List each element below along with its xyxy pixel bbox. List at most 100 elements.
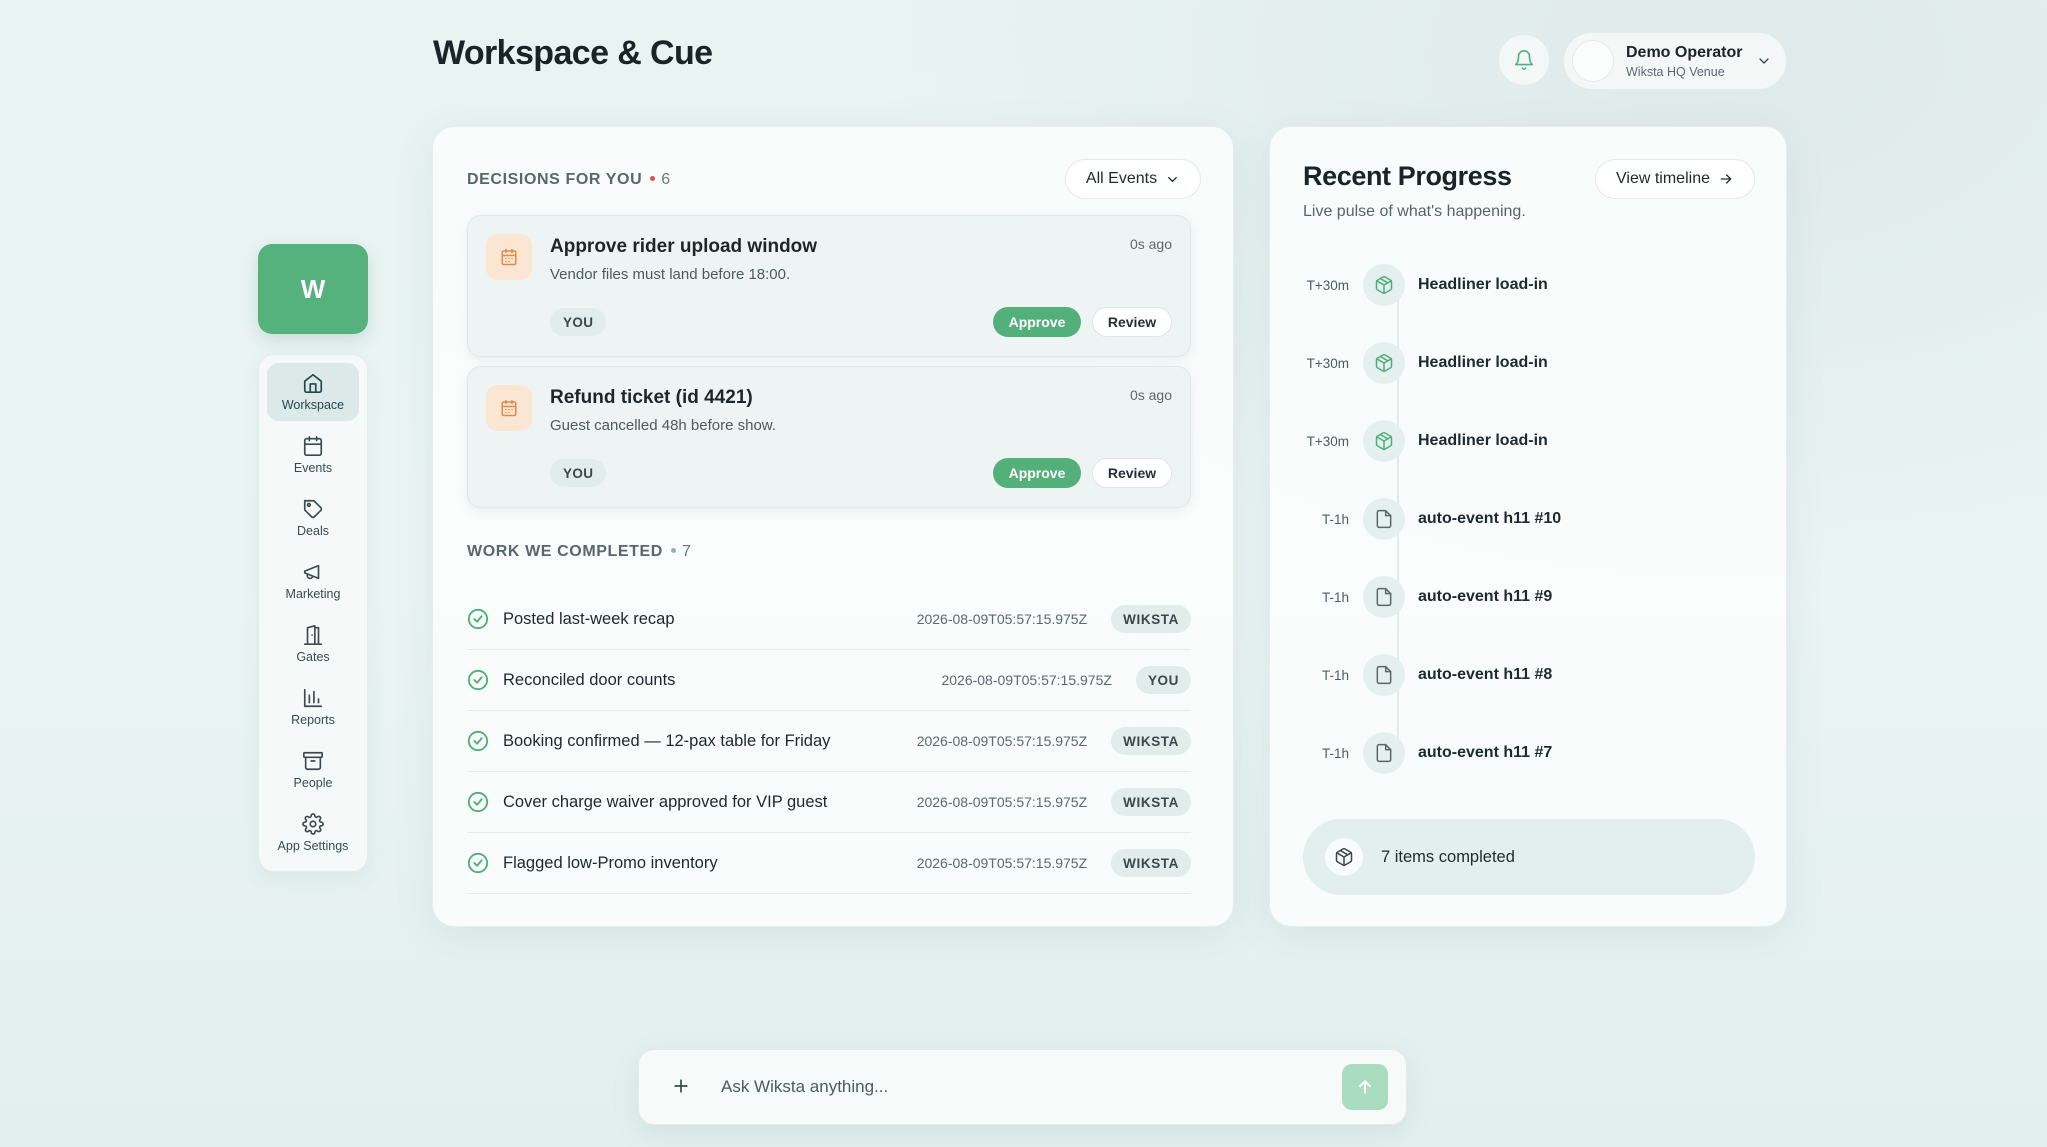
view-timeline-label: View timeline	[1616, 170, 1710, 187]
check-circle-icon	[467, 730, 489, 752]
sidebar-item-marketing[interactable]: Marketing	[267, 552, 359, 610]
actor-badge: WIKSTA	[1111, 727, 1191, 755]
event-filter-value: All Events	[1085, 170, 1158, 187]
decisions-label: DECISIONS FOR YOU	[467, 171, 643, 188]
brand-logo[interactable]: W	[258, 244, 368, 334]
approve-button[interactable]: Approve	[993, 307, 1081, 337]
actor-badge: YOU	[1135, 666, 1191, 694]
decisions-section-header: DECISIONS FOR YOU 6	[467, 171, 670, 189]
completed-list: Posted last-week recap 2026-08-09T05:57:…	[467, 589, 1191, 894]
sidebar-item-people[interactable]: People	[267, 741, 359, 799]
plus-icon	[674, 1078, 688, 1093]
actor-badge: WIKSTA	[1111, 605, 1191, 633]
decision-type-icon	[486, 385, 532, 431]
work-title: Posted last-week recap	[503, 609, 675, 628]
notifications-button[interactable]	[1498, 34, 1550, 86]
add-attachment-button[interactable]	[671, 1072, 699, 1103]
decisions-count: 6	[661, 171, 671, 188]
gate-icon	[303, 625, 323, 645]
file-icon	[1376, 743, 1392, 763]
calendar-icon	[501, 248, 517, 266]
list-item[interactable]: Cover charge waiver approved for VIP gue…	[467, 772, 1191, 833]
decision-card: Approve rider upload window Vendor files…	[467, 215, 1191, 357]
package-icon	[1335, 847, 1353, 867]
timeline-item[interactable]: T+30m Headliner load-in	[1270, 419, 1788, 463]
timeline-label: Headliner load-in	[1418, 276, 1548, 293]
timeline-icon	[1363, 576, 1405, 618]
completed-count: 7	[681, 543, 691, 560]
sidebar-item-label: Marketing	[285, 587, 341, 601]
review-button[interactable]: Review	[1092, 307, 1172, 337]
sidebar-item-label: Reports	[291, 713, 335, 727]
view-timeline-button[interactable]: View timeline	[1595, 159, 1755, 199]
timeline-offset: T-1h	[1321, 589, 1349, 605]
list-item[interactable]: Posted last-week recap 2026-08-09T05:57:…	[467, 589, 1191, 650]
sidebar-item-reports[interactable]: Reports	[267, 678, 359, 736]
alert-dot	[650, 176, 656, 181]
megaphone-icon	[303, 564, 320, 580]
timeline-icon	[1363, 264, 1405, 306]
timeline-icon	[1363, 420, 1405, 462]
bell-icon	[1514, 50, 1534, 70]
chevron-down-icon	[1168, 176, 1177, 182]
work-title: Reconciled door counts	[503, 670, 676, 689]
timeline-item[interactable]: T-1h auto-event h11 #9	[1270, 575, 1788, 619]
work-timestamp: 2026-08-09T05:57:15.975Z	[916, 794, 1088, 810]
completed-label: WORK WE COMPLETED	[467, 543, 663, 560]
sidebar-item-workspace[interactable]: Workspace	[267, 363, 359, 421]
file-icon	[1376, 665, 1392, 685]
sidebar-item-app-settings[interactable]: App Settings	[267, 804, 359, 862]
timeline-label: Headliner load-in	[1418, 432, 1548, 449]
owner-badge: YOU	[550, 308, 607, 336]
actor-badge: WIKSTA	[1111, 788, 1191, 816]
timeline-offset: T+30m	[1306, 355, 1349, 371]
sidebar-item-label: Gates	[296, 650, 330, 664]
work-timestamp: 2026-08-09T05:57:15.975Z	[916, 855, 1088, 871]
list-item[interactable]: Booking confirmed — 12-pax table for Fri…	[467, 711, 1191, 772]
decision-title: Refund ticket (id 4421)	[550, 387, 753, 408]
arrow-right-icon	[1720, 174, 1732, 184]
decisions-card: DECISIONS FOR YOU 6 All Events Approve ri…	[432, 126, 1234, 927]
sidebar-item-label: App Settings	[277, 839, 349, 853]
ask-input[interactable]	[721, 1077, 1342, 1097]
user-name: Demo Operator	[1626, 43, 1743, 61]
list-item[interactable]: Flagged low-Promo inventory 2026-08-09T0…	[467, 833, 1191, 894]
list-item[interactable]: Reconciled door counts 2026-08-09T05:57:…	[467, 650, 1191, 711]
review-button[interactable]: Review	[1092, 458, 1172, 488]
send-button[interactable]	[1342, 1064, 1388, 1110]
summary-icon	[1325, 838, 1363, 876]
work-title: Booking confirmed — 12-pax table for Fri…	[503, 731, 831, 750]
sidebar-item-label: Workspace	[281, 398, 345, 412]
timeline-item[interactable]: T-1h auto-event h11 #10	[1270, 497, 1788, 541]
timeline-item[interactable]: T-1h auto-event h11 #7	[1270, 731, 1788, 775]
timeline-icon	[1363, 498, 1405, 540]
sidebar-item-gates[interactable]: Gates	[267, 615, 359, 673]
timeline-label: auto-event h11 #9	[1418, 588, 1553, 605]
timeline-offset: T+30m	[1306, 277, 1349, 293]
file-icon	[1376, 587, 1392, 607]
timeline-offset: T-1h	[1321, 745, 1349, 761]
timeline-offset: T+30m	[1306, 433, 1349, 449]
decision-card: Refund ticket (id 4421) Guest cancelled …	[467, 366, 1191, 508]
check-circle-icon	[467, 791, 489, 813]
decision-type-icon	[486, 234, 532, 280]
package-icon	[1375, 353, 1393, 373]
page-title: Workspace & Cue	[433, 34, 713, 72]
home-icon	[303, 373, 323, 393]
calendar-icon	[501, 399, 517, 417]
package-icon	[1375, 275, 1393, 295]
event-filter-dropdown[interactable]: All Events	[1065, 159, 1201, 199]
approve-button[interactable]: Approve	[993, 458, 1081, 488]
timeline-item[interactable]: T+30m Headliner load-in	[1270, 263, 1788, 307]
owner-badge: YOU	[550, 459, 607, 487]
user-menu[interactable]: Demo Operator Wiksta HQ Venue	[1563, 32, 1787, 90]
timeline-label: auto-event h11 #10	[1418, 510, 1562, 527]
sidebar-item-events[interactable]: Events	[267, 426, 359, 484]
timeline-item[interactable]: T-1h auto-event h11 #8	[1270, 653, 1788, 697]
sidebar-item-deals[interactable]: Deals	[267, 489, 359, 547]
timeline-label: auto-event h11 #7	[1418, 744, 1553, 761]
timeline-offset: T-1h	[1321, 511, 1349, 527]
timeline-offset: T-1h	[1321, 667, 1349, 683]
timeline-item[interactable]: T+30m Headliner load-in	[1270, 341, 1788, 385]
work-timestamp: 2026-08-09T05:57:15.975Z	[916, 733, 1088, 749]
